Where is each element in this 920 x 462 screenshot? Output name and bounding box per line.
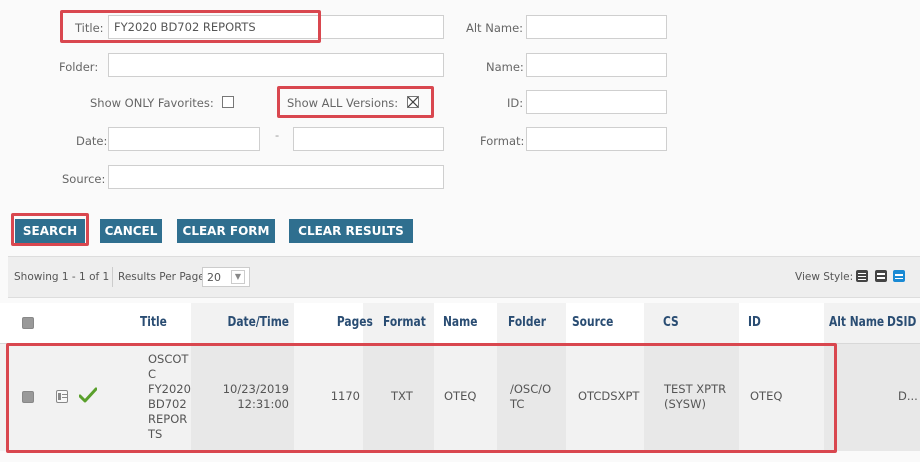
chevron-down-icon[interactable]: ▼ — [231, 270, 245, 284]
col-pages[interactable]: Pages — [337, 315, 373, 330]
format-label: Format: — [480, 134, 525, 148]
toolbar-divider — [112, 267, 113, 287]
view-style-label: View Style: — [795, 271, 854, 283]
alt-name-label: Alt Name: — [466, 21, 524, 35]
col-folder[interactable]: Folder — [508, 315, 546, 330]
col-source[interactable]: Source — [572, 315, 613, 330]
show-all-versions-checkbox[interactable] — [407, 96, 419, 108]
row-dsid: D... — [898, 389, 918, 403]
alt-name-input[interactable] — [526, 15, 667, 39]
name-input[interactable] — [526, 53, 667, 77]
date-separator: - — [275, 128, 280, 142]
col-alt-name[interactable]: Alt Name — [829, 315, 884, 330]
clear-results-button[interactable]: CLEAR RESULTS — [289, 219, 413, 243]
table-view-icon[interactable] — [893, 270, 905, 282]
id-label: ID: — [507, 96, 524, 110]
show-favorites-label: Show ONLY Favorites: — [90, 96, 214, 110]
source-label: Source: — [62, 172, 106, 186]
per-page-label: Results Per Page: — [118, 271, 209, 283]
per-page-value: 20 — [207, 271, 221, 284]
show-favorites-checkbox[interactable] — [222, 96, 234, 108]
table-header: Title Date/Time Pages Format Name Folder… — [0, 303, 920, 345]
col-dsid[interactable]: DSID — [887, 315, 916, 330]
date-from-input[interactable] — [108, 127, 260, 151]
results-toolbar: Showing 1 - 1 of 1 Results Per Page: 20 … — [8, 256, 920, 298]
source-input[interactable] — [108, 165, 444, 189]
cancel-button[interactable]: CANCEL — [100, 219, 162, 243]
col-title[interactable]: Title — [140, 315, 167, 330]
col-name[interactable]: Name — [443, 315, 477, 330]
per-page-select[interactable]: 20 ▼ — [202, 267, 250, 287]
clear-form-button[interactable]: CLEAR FORM — [177, 219, 275, 243]
col-id[interactable]: ID — [748, 315, 761, 330]
folder-label: Folder: — [59, 60, 99, 74]
showing-count: Showing 1 - 1 of 1 — [14, 271, 110, 283]
col-date-time[interactable]: Date/Time — [227, 315, 289, 330]
col-cs[interactable]: CS — [663, 315, 679, 330]
search-button[interactable]: SEARCH — [15, 219, 85, 243]
date-to-input[interactable] — [293, 127, 444, 151]
col-format[interactable]: Format — [383, 315, 426, 330]
detail-view-icon[interactable] — [875, 270, 887, 282]
select-all-checkbox[interactable] — [22, 317, 34, 329]
row-highlight — [6, 343, 837, 453]
list-view-icon[interactable] — [856, 270, 868, 282]
id-input[interactable] — [526, 90, 667, 114]
date-label: Date: — [76, 134, 108, 148]
format-input[interactable] — [526, 127, 667, 151]
checked-x-icon — [408, 97, 418, 107]
name-label: Name: — [486, 60, 524, 74]
title-highlight — [60, 10, 321, 43]
folder-input[interactable] — [108, 53, 444, 77]
show-all-versions-label: Show ALL Versions: — [287, 96, 399, 110]
